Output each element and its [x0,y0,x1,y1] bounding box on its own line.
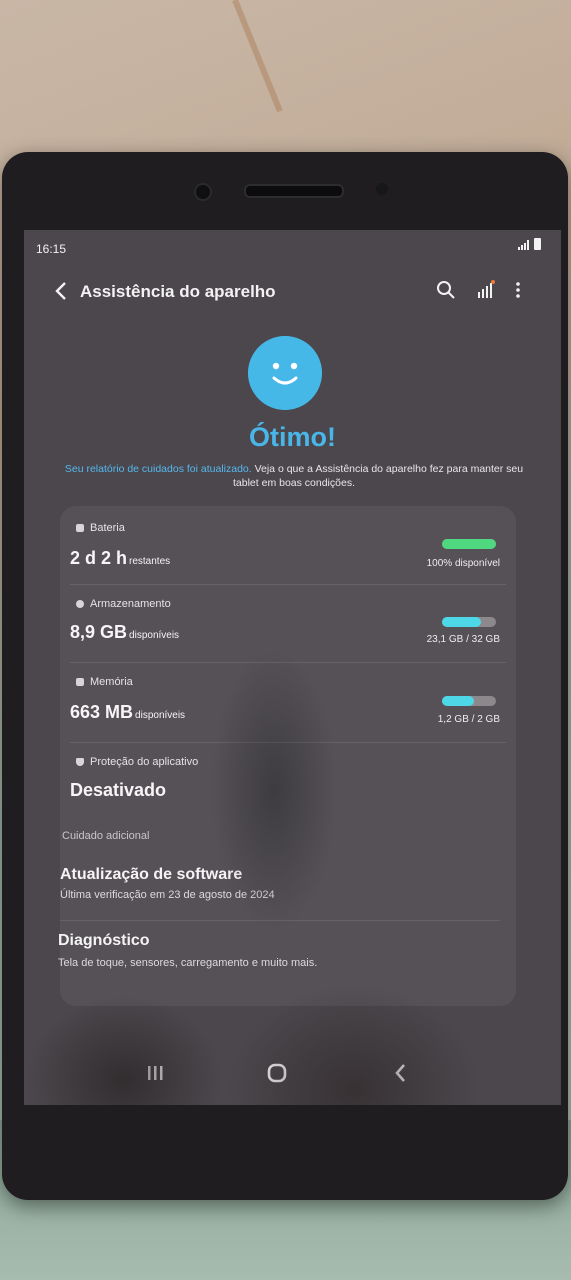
row-label: Armazenamento [90,598,171,610]
status-headline: Ótimo! [249,422,336,452]
divider [70,584,506,585]
home-icon[interactable] [262,1060,292,1086]
item-subtitle: Última verificação em 23 de agosto de 20… [60,889,275,901]
battery-icon [534,238,541,250]
row-value: 2 d 2 h [70,548,128,568]
divider [70,742,506,743]
item-title: Diagnóstico [58,932,150,949]
memory-bar [442,696,496,706]
status-bar: 16:15 [24,230,561,262]
row-value: 663 MB [70,702,134,722]
row-detail: 100% disponível [426,558,500,569]
report-text: Veja o que a Assistência do aparelho fez… [233,463,524,489]
earpiece-speaker [244,184,344,198]
status-time: 16:15 [36,242,67,256]
divider [60,920,500,921]
row-unit: disponíveis [135,710,186,721]
memory-bar-fill [442,696,475,706]
shield-icon [76,758,84,767]
proximity-sensor [376,183,388,195]
row-detail: 1,2 GB / 2 GB [437,714,500,725]
storage-bar-fill [442,617,481,627]
nav-bar [24,1052,561,1096]
row-label: Bateria [90,522,125,534]
row-label: Memória [90,676,133,688]
item-subtitle: Tela de toque, sensores, carregamento e … [58,957,318,969]
recents-icon[interactable] [140,1060,170,1086]
row-label: Proteção do aplicativo [90,756,199,768]
battery-small-icon [76,524,84,533]
list-item-storage[interactable]: Armazenamento 8,9 GB disponíveis 23,1 GB … [60,586,516,662]
battery-bar [442,539,496,549]
report-message: Seu relatório de cuidados foi atualizado… [64,462,524,490]
back-nav-icon[interactable] [386,1060,416,1086]
signal-icon [518,240,529,250]
table-edge [232,0,283,113]
status-card: Bateria 2 d 2 h restantes 100% disponível… [60,506,516,1006]
app-bar: Assistência do aparelho [24,274,561,310]
battery-bar-fill [442,539,496,549]
front-camera [194,183,212,201]
storage-bar [442,617,496,627]
row-value: 8,9 GB [70,622,128,642]
row-unit: disponíveis [129,630,180,641]
page-title: Assistência do aparelho [80,282,276,301]
report-link[interactable]: Seu relatório de cuidados foi atualizado… [65,463,252,475]
list-item-battery[interactable]: Bateria 2 d 2 h restantes 100% disponível [60,506,516,582]
row-unit: restantes [129,556,171,567]
item-title: Atualização de software [60,866,243,883]
back-icon[interactable] [54,280,68,302]
section-title: Cuidado adicional [62,830,150,842]
row-detail: 23,1 GB / 32 GB [426,634,500,645]
divider [70,662,506,663]
signal-chart-icon[interactable] [474,278,498,302]
search-icon[interactable] [434,278,458,302]
smiley-icon [248,336,322,410]
list-item-memory[interactable]: Memória 663 MB disponíveis 1,2 GB / 2 GB [60,664,516,740]
memory-icon [76,678,84,687]
row-value: Desativado [70,780,167,800]
storage-icon [76,600,84,609]
more-vert-icon[interactable] [506,278,530,302]
screen: 16:15 Assistência do aparelho Ótimo! Seu… [24,230,561,1105]
list-item-app-protection[interactable]: Proteção do aplicativo Desativado [60,744,516,814]
